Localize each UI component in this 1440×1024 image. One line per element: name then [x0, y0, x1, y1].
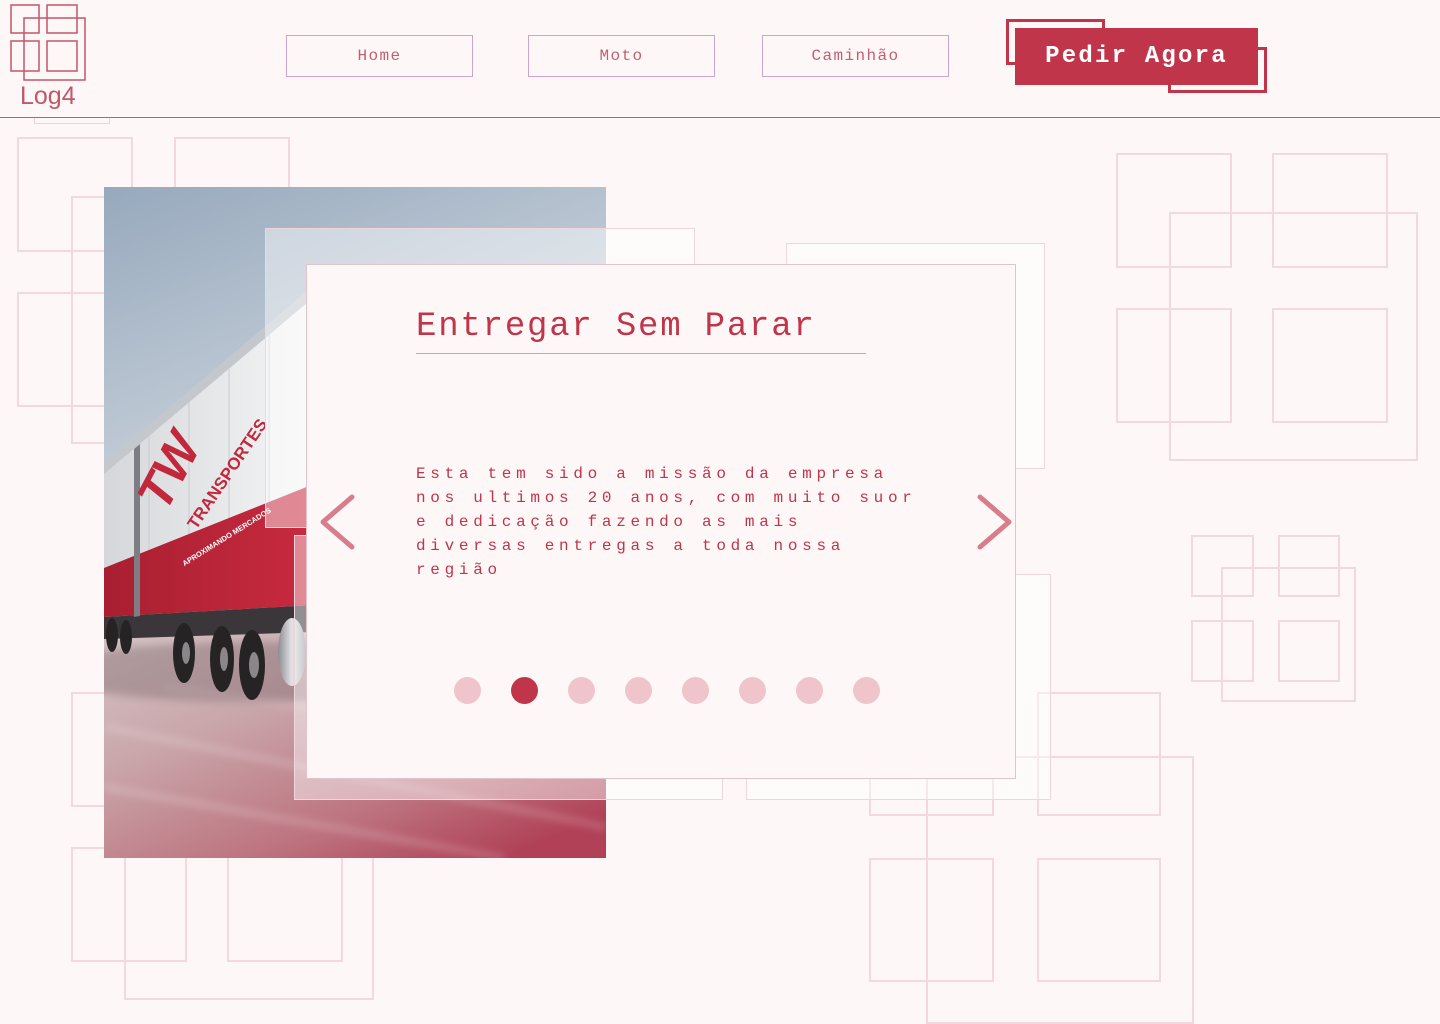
bg-decor-square: [869, 858, 994, 982]
squares-logo-icon: [10, 4, 86, 81]
title-underline: [416, 353, 866, 354]
slide-text: Esta tem sido a missão da empresa nos ul…: [416, 465, 917, 579]
bg-decor-square: [1191, 620, 1254, 682]
slider-dots: [454, 677, 880, 704]
chevron-right-icon: [977, 494, 1012, 550]
bg-decor-square: [1278, 620, 1340, 682]
slider-dot-active[interactable]: [511, 677, 538, 704]
slider-dot[interactable]: [853, 677, 880, 704]
chevron-left-icon: [320, 494, 355, 550]
prev-slide-button[interactable]: [318, 494, 358, 550]
bg-decor-square: [227, 847, 343, 962]
logo-decor-box: [34, 117, 110, 124]
bg-decor-square: [1272, 308, 1388, 423]
nav-item-caminhao[interactable]: Caminhão: [762, 35, 949, 77]
slider-dot[interactable]: [568, 677, 595, 704]
bg-decor-square: [71, 847, 187, 962]
slider-dot[interactable]: [796, 677, 823, 704]
slider-dot[interactable]: [682, 677, 709, 704]
slider-dot[interactable]: [454, 677, 481, 704]
header-divider: [0, 117, 1440, 118]
slider-dot[interactable]: [625, 677, 652, 704]
nav-item-moto[interactable]: Moto: [528, 35, 715, 77]
slider-dot[interactable]: [739, 677, 766, 704]
slide-title: Entregar Sem Parar: [416, 308, 816, 346]
order-now-button[interactable]: Pedir Agora: [1015, 28, 1258, 85]
bg-decor-square: [1037, 858, 1161, 982]
brand-name: Log4: [20, 82, 76, 110]
next-slide-button[interactable]: [974, 494, 1014, 550]
bg-decor-square: [1116, 308, 1232, 423]
nav-item-home[interactable]: Home: [286, 35, 473, 77]
slider-card: Entregar Sem Parar Esta tem sido a missã…: [306, 264, 1016, 779]
